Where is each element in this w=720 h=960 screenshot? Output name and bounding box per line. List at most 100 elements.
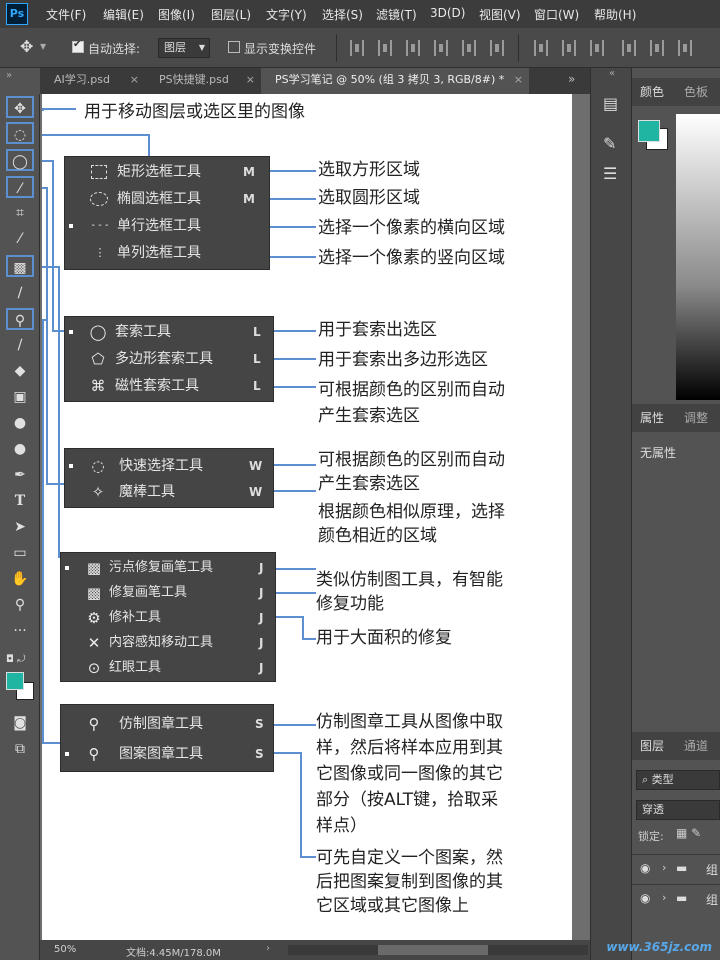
- align-hcenter-icon[interactable]: [462, 40, 476, 56]
- collapse-icon[interactable]: «: [591, 68, 633, 82]
- move-tool-icon[interactable]: ✥: [20, 37, 33, 56]
- tool-row[interactable]: ⬠ 多边形套索工具 L: [65, 346, 275, 372]
- tool-row[interactable]: - - - 单行选框工具: [65, 213, 271, 239]
- quick-mask-icon[interactable]: ◙: [6, 712, 34, 734]
- chevron-right-icon[interactable]: ›: [662, 861, 666, 874]
- history-brush-tool-icon[interactable]: ∕: [6, 334, 34, 356]
- menu-window[interactable]: 窗口(W): [534, 6, 579, 23]
- screen-mode-icon[interactable]: ⧉: [6, 738, 34, 760]
- more-tools-icon[interactable]: ···: [6, 620, 34, 642]
- auto-select-checkbox[interactable]: [72, 39, 84, 53]
- align-bottom-icon[interactable]: [406, 40, 420, 56]
- tool-row[interactable]: ⚙ 修补工具 J: [61, 605, 277, 631]
- pen-tool-icon[interactable]: ✒: [6, 464, 34, 486]
- type-tool-icon[interactable]: T: [6, 490, 34, 512]
- crop-tool-icon[interactable]: ⌗: [6, 202, 34, 224]
- distribute-hcenter-icon[interactable]: [650, 40, 664, 56]
- menu-filter[interactable]: 滤镜(T): [376, 6, 417, 23]
- chevron-right-icon[interactable]: ›: [662, 891, 666, 904]
- zoom-level[interactable]: 50%: [54, 944, 76, 955]
- menu-3d[interactable]: 3D(D): [430, 6, 465, 20]
- foreground-color-swatch[interactable]: [6, 672, 24, 690]
- document-canvas[interactable]: 用于移动图层或选区里的图像 矩形选框工具 M 椭圆选框工具 M - - - 单行…: [42, 94, 572, 940]
- tool-row[interactable]: ⚲ 图案图章工具 S: [61, 741, 275, 767]
- distribute-right-icon[interactable]: [678, 40, 692, 56]
- brush-settings-icon[interactable]: ✎: [603, 134, 616, 153]
- collapse-icon[interactable]: »: [6, 70, 12, 81]
- tab-ai-study[interactable]: AI学习.psd ×: [40, 68, 145, 94]
- menu-image[interactable]: 图像(I): [158, 6, 195, 23]
- healing-tool-icon[interactable]: ▩: [6, 255, 34, 277]
- tab-ps-notes[interactable]: PS学习笔记 @ 50% (组 3 拷贝 3, RGB/8#) * ×: [261, 68, 529, 94]
- tab-channels[interactable]: 通道: [676, 732, 708, 760]
- menu-type[interactable]: 文字(Y): [266, 6, 307, 23]
- tool-row[interactable]: ⚲ 仿制图章工具 S: [61, 711, 275, 737]
- tab-properties[interactable]: 属性: [632, 404, 664, 432]
- tab-layers[interactable]: 图层: [632, 732, 664, 760]
- tool-row[interactable]: ⊙ 红眼工具 J: [61, 655, 277, 681]
- history-icon[interactable]: ▤: [603, 94, 618, 113]
- adjustments-icon[interactable]: ☰: [603, 164, 617, 183]
- tool-row[interactable]: ⌘ 磁性套索工具 L: [65, 373, 275, 399]
- tool-row[interactable]: ◌ 快速选择工具 W: [65, 453, 275, 479]
- layer-row[interactable]: ◉ › ▬ 组: [632, 884, 720, 914]
- path-select-tool-icon[interactable]: ➤: [6, 516, 34, 538]
- tool-row[interactable]: ◯ 套索工具 L: [65, 319, 275, 345]
- align-left-icon[interactable]: [434, 40, 448, 56]
- tool-row[interactable]: 椭圆选框工具 M: [65, 186, 271, 212]
- lock-icons[interactable]: ▦ ✎: [676, 826, 701, 840]
- foreground-color-swatch[interactable]: [638, 120, 660, 142]
- brush-tool-icon[interactable]: ∕: [6, 282, 34, 304]
- lasso-tool-icon[interactable]: ◯: [6, 149, 34, 171]
- distribute-top-icon[interactable]: [534, 40, 548, 56]
- scrollbar-thumb[interactable]: [378, 945, 488, 955]
- stamp-tool-icon[interactable]: ⚲: [6, 308, 34, 330]
- gradient-tool-icon[interactable]: ▣: [6, 386, 34, 408]
- default-colors-icon[interactable]: ◘ ⤾: [6, 654, 25, 665]
- menu-select[interactable]: 选择(S): [322, 6, 363, 23]
- visibility-eye-icon[interactable]: ◉: [640, 861, 650, 875]
- close-icon[interactable]: ×: [514, 68, 523, 92]
- tool-row[interactable]: ✕ 内容感知移动工具 J: [61, 630, 277, 656]
- menu-help[interactable]: 帮助(H): [594, 6, 636, 23]
- marquee-tool-icon[interactable]: ◌: [6, 122, 34, 144]
- move-tool-icon[interactable]: ✥: [6, 96, 34, 118]
- quick-select-tool-icon[interactable]: ⁄: [6, 176, 34, 198]
- show-transform-checkbox[interactable]: [228, 41, 240, 53]
- blend-mode-dropdown[interactable]: 穿透: [636, 800, 720, 820]
- eraser-tool-icon[interactable]: ◆: [6, 360, 34, 382]
- color-field[interactable]: [676, 114, 720, 400]
- menu-file[interactable]: 文件(F): [46, 6, 86, 23]
- chevron-down-icon[interactable]: ▼: [40, 42, 46, 51]
- tool-row[interactable]: 矩形选框工具 M: [65, 159, 271, 185]
- align-top-icon[interactable]: [350, 40, 364, 56]
- tab-adjustments[interactable]: 调整: [676, 404, 708, 432]
- distribute-bottom-icon[interactable]: [590, 40, 604, 56]
- tool-row[interactable]: ▩ 修复画笔工具 J: [61, 580, 277, 606]
- layer-kind-filter[interactable]: ⌕ 类型: [636, 770, 720, 790]
- shape-tool-icon[interactable]: ▭: [6, 542, 34, 564]
- tool-row[interactable]: ▩ 污点修复画笔工具 J: [61, 555, 277, 581]
- layer-row[interactable]: ◉ › ▬ 组: [632, 854, 720, 884]
- dodge-tool-icon[interactable]: ●: [6, 438, 34, 460]
- tab-ps-shortcuts[interactable]: PS快捷键.psd ×: [145, 68, 261, 94]
- visibility-eye-icon[interactable]: ◉: [640, 891, 650, 905]
- horizontal-scrollbar[interactable]: [288, 945, 588, 955]
- close-icon[interactable]: ×: [246, 68, 255, 92]
- status-menu-icon[interactable]: ›: [266, 943, 270, 954]
- auto-select-dropdown[interactable]: 图层 ▼: [158, 38, 210, 58]
- hand-tool-icon[interactable]: ✋: [6, 568, 34, 590]
- close-icon[interactable]: ×: [130, 68, 139, 92]
- zoom-tool-icon[interactable]: ⚲: [6, 594, 34, 616]
- more-tabs-icon[interactable]: »: [568, 72, 575, 86]
- align-vcenter-icon[interactable]: [378, 40, 392, 56]
- tool-row[interactable]: ✧ 魔棒工具 W: [65, 479, 275, 505]
- align-right-icon[interactable]: [490, 40, 504, 56]
- blur-tool-icon[interactable]: ●: [6, 412, 34, 434]
- tab-swatches[interactable]: 色板: [676, 78, 708, 106]
- menu-edit[interactable]: 编辑(E): [103, 6, 144, 23]
- menu-layer[interactable]: 图层(L): [211, 6, 251, 23]
- distribute-left-icon[interactable]: [622, 40, 636, 56]
- eyedropper-tool-icon[interactable]: ⁄: [6, 228, 34, 250]
- tab-color[interactable]: 颜色: [632, 78, 664, 106]
